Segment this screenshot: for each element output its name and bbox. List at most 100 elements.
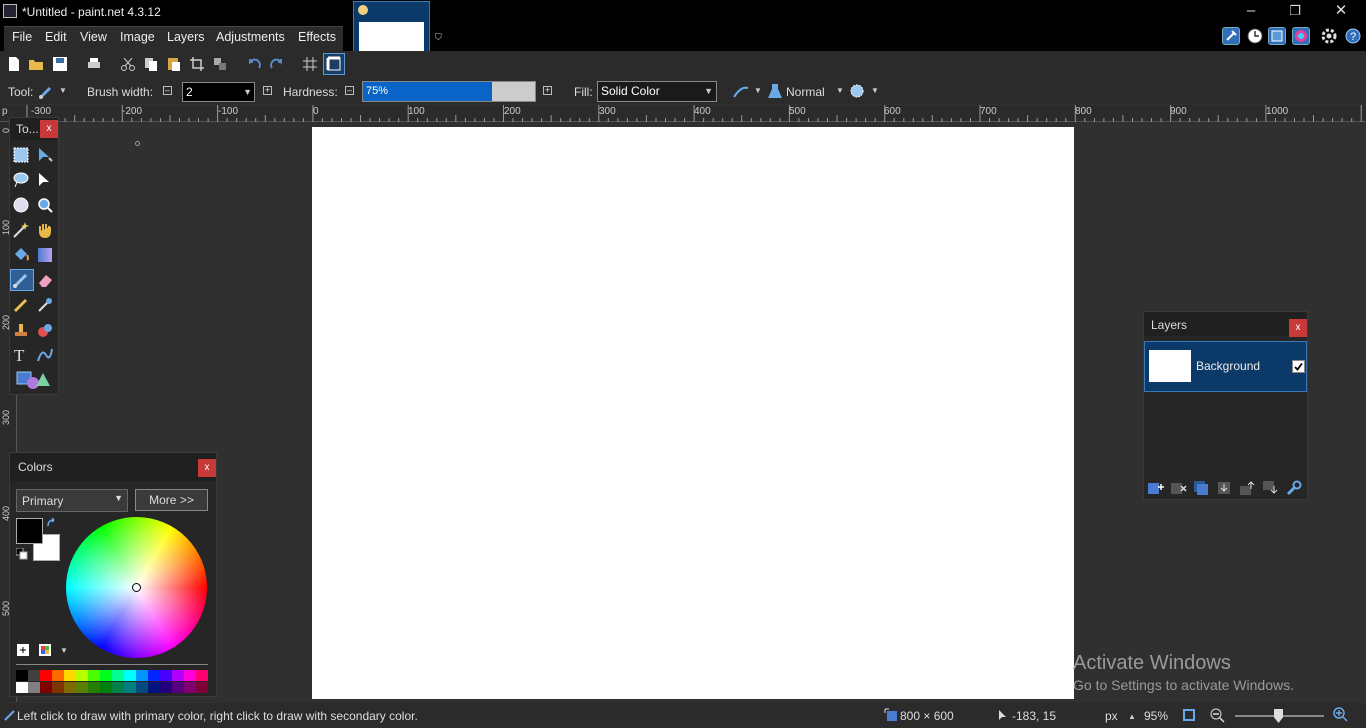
menu-effects[interactable]: Effects xyxy=(298,30,336,44)
crop-to-selection-icon[interactable] xyxy=(189,56,205,72)
move-selected-pixels-tool-icon[interactable] xyxy=(36,146,54,164)
color-picker-tool-icon[interactable] xyxy=(36,296,54,314)
palette-swatch[interactable] xyxy=(100,682,112,693)
image-canvas[interactable] xyxy=(312,127,1074,699)
magic-wand-tool-icon[interactable] xyxy=(12,221,30,239)
lasso-select-tool-icon[interactable] xyxy=(12,171,30,189)
copy-icon[interactable] xyxy=(143,56,159,72)
tools-window-icon[interactable] xyxy=(1222,27,1240,45)
menu-adjustments[interactable]: Adjustments xyxy=(216,30,285,44)
rectangle-select-tool-icon[interactable] xyxy=(12,146,30,164)
delete-layer-icon[interactable] xyxy=(1170,480,1188,496)
palette-swatch[interactable] xyxy=(52,682,64,693)
menu-layers[interactable]: Layers xyxy=(167,30,205,44)
palette-swatch[interactable] xyxy=(172,670,184,681)
minimize-button[interactable]: – xyxy=(1228,0,1274,24)
move-selection-tool-icon[interactable] xyxy=(36,171,54,189)
primary-color-swatch-front[interactable] xyxy=(16,518,43,544)
palette-swatch[interactable] xyxy=(16,682,28,693)
zoom-in-icon[interactable] xyxy=(1333,707,1349,723)
palette-swatch[interactable] xyxy=(40,670,52,681)
gradient-tool-icon[interactable] xyxy=(36,246,54,264)
brush-width-chevron-icon[interactable]: ▼ xyxy=(243,83,252,101)
palette-swatch[interactable] xyxy=(148,670,160,681)
paintbrush-tool-button[interactable] xyxy=(10,269,34,291)
print-icon[interactable] xyxy=(86,56,102,72)
palette-swatch[interactable] xyxy=(76,682,88,693)
hardness-slider[interactable]: 75% xyxy=(362,81,536,102)
duplicate-layer-icon[interactable] xyxy=(1193,480,1211,496)
fill-select[interactable]: Solid Color ▼ xyxy=(597,81,717,102)
ruler-toggle-button[interactable] xyxy=(323,53,345,75)
antialiasing-icon[interactable] xyxy=(732,84,750,100)
color-palette[interactable] xyxy=(16,670,208,694)
hardness-increase-button[interactable]: + xyxy=(543,86,552,95)
zoom-value[interactable]: 95% xyxy=(1144,709,1168,723)
palette-swatch[interactable] xyxy=(196,682,208,693)
history-window-icon[interactable] xyxy=(1246,27,1264,45)
fill-chevron-icon[interactable]: ▼ xyxy=(704,82,713,100)
restore-button[interactable]: ❐ xyxy=(1272,0,1318,24)
help-icon[interactable]: ? xyxy=(1344,27,1362,45)
shapes-tool-icon[interactable] xyxy=(16,370,52,390)
close-button[interactable]: ✕ xyxy=(1318,0,1364,24)
palette-swatch[interactable] xyxy=(124,682,136,693)
palette-swatch[interactable] xyxy=(160,682,172,693)
blend-mode-icon[interactable] xyxy=(767,83,783,99)
move-layer-down-icon[interactable] xyxy=(1262,480,1280,496)
color-wheel-cursor[interactable] xyxy=(132,583,141,592)
palette-swatch[interactable] xyxy=(148,682,160,693)
palette-swatch[interactable] xyxy=(124,670,136,681)
layers-window-icon[interactable] xyxy=(1268,27,1286,45)
menu-edit[interactable]: Edit xyxy=(45,30,67,44)
unit-select-value[interactable]: px xyxy=(1105,709,1118,723)
swap-colors-icon[interactable] xyxy=(46,518,58,530)
redo-icon[interactable] xyxy=(269,56,285,72)
palette-chevron-icon[interactable]: ▼ xyxy=(60,646,68,655)
text-tool-icon[interactable]: T xyxy=(12,346,30,364)
undo-icon[interactable] xyxy=(246,56,262,72)
pencil-tool-icon[interactable] xyxy=(12,296,30,314)
zoom-to-window-icon[interactable] xyxy=(1182,708,1196,722)
antialiasing-chevron-icon[interactable]: ▼ xyxy=(754,86,762,95)
palette-swatch[interactable] xyxy=(196,670,208,681)
paste-icon[interactable] xyxy=(166,56,182,72)
pan-tool-icon[interactable] xyxy=(36,221,54,239)
palette-swatch[interactable] xyxy=(136,670,148,681)
color-mode-chevron-icon[interactable]: ▼ xyxy=(114,493,123,503)
add-to-palette-icon[interactable] xyxy=(16,643,32,659)
colors-panel-close-button[interactable]: x xyxy=(198,459,216,477)
palette-swatch[interactable] xyxy=(112,670,124,681)
palette-swatch[interactable] xyxy=(184,670,196,681)
colors-window-icon[interactable] xyxy=(1292,27,1310,45)
save-icon[interactable] xyxy=(52,56,68,72)
hardness-decrease-button[interactable]: – xyxy=(345,86,354,95)
more-colors-button[interactable]: More >> xyxy=(135,489,208,511)
palette-swatch[interactable] xyxy=(172,682,184,693)
menu-file[interactable]: File xyxy=(12,30,32,44)
settings-gear-icon[interactable] xyxy=(1320,27,1338,45)
paintbrush-tool-icon[interactable] xyxy=(38,84,56,100)
color-mode-select[interactable]: Primary ▼ xyxy=(16,489,128,512)
menu-view[interactable]: View xyxy=(80,30,107,44)
layer-row[interactable]: Background xyxy=(1144,341,1307,392)
ellipse-select-tool-icon[interactable] xyxy=(12,196,30,214)
zoom-tool-icon[interactable] xyxy=(36,196,54,214)
palette-menu-icon[interactable] xyxy=(38,643,54,659)
brush-width-input[interactable]: 2 ▼ xyxy=(182,82,255,102)
open-file-icon[interactable] xyxy=(28,56,44,72)
palette-swatch[interactable] xyxy=(52,670,64,681)
brush-width-increase-button[interactable]: + xyxy=(263,86,272,95)
paint-bucket-tool-icon[interactable] xyxy=(12,246,30,264)
palette-swatch[interactable] xyxy=(76,670,88,681)
clone-stamp-tool-icon[interactable] xyxy=(12,321,30,339)
palette-swatch[interactable] xyxy=(88,670,100,681)
palette-swatch[interactable] xyxy=(64,682,76,693)
zoom-out-icon[interactable] xyxy=(1210,708,1226,724)
tool-dropdown-chevron-icon[interactable]: ▼ xyxy=(59,86,67,95)
clipping-chevron-icon[interactable]: ▼ xyxy=(871,86,879,95)
new-file-icon[interactable] xyxy=(6,56,22,72)
palette-swatch[interactable] xyxy=(64,670,76,681)
menu-image[interactable]: Image xyxy=(120,30,155,44)
palette-swatch[interactable] xyxy=(16,670,28,681)
